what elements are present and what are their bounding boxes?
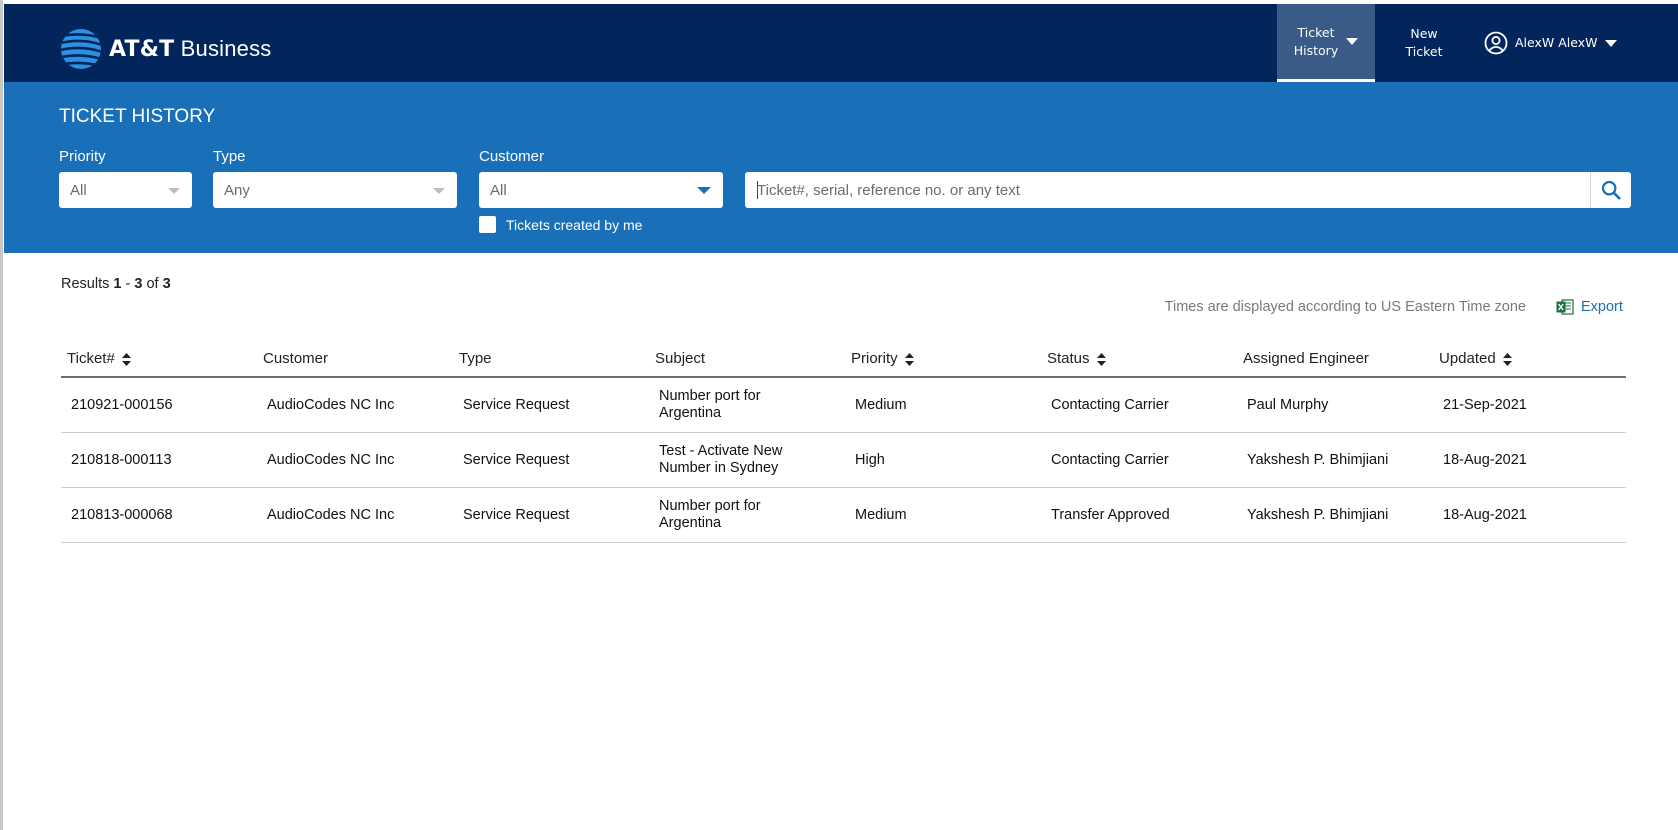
header-engineer: Assigned Engineer bbox=[1237, 350, 1433, 378]
header-ticket[interactable]: Ticket# bbox=[61, 350, 257, 378]
customer-select[interactable]: All bbox=[479, 172, 723, 208]
header-updated[interactable]: Updated bbox=[1433, 350, 1626, 378]
customer-label: Customer bbox=[479, 148, 545, 165]
user-circle-icon bbox=[1484, 31, 1508, 55]
brand-name: AT&T Business bbox=[109, 36, 272, 62]
nav-ticket-history-line1: Ticket bbox=[1297, 24, 1335, 40]
nav-new-ticket-line2: Ticket bbox=[1405, 44, 1443, 59]
created-by-me-checkbox[interactable] bbox=[479, 216, 496, 233]
cell-updated: 21-Sep-2021 bbox=[1433, 377, 1626, 433]
cell-engineer: Paul Murphy bbox=[1237, 377, 1433, 433]
cell-priority: High bbox=[845, 432, 1041, 488]
export-label: Export bbox=[1581, 299, 1623, 315]
cell-updated: 18-Aug-2021 bbox=[1433, 487, 1626, 543]
cell-type: Service Request bbox=[453, 487, 649, 543]
cell-priority: Medium bbox=[845, 487, 1041, 543]
priority-label: Priority bbox=[59, 148, 106, 165]
customer-select-value: All bbox=[490, 181, 507, 199]
header-customer: Customer bbox=[257, 350, 453, 378]
nav-new-ticket[interactable]: New Ticket bbox=[1375, 4, 1473, 82]
cell-priority: Medium bbox=[845, 377, 1041, 433]
chevron-down-icon bbox=[1346, 38, 1359, 45]
type-select-value: Any bbox=[224, 181, 250, 199]
nav-new-ticket-line1: New bbox=[1410, 26, 1438, 41]
created-by-me-row[interactable]: Tickets created by me bbox=[479, 216, 642, 233]
cell-status: Contacting Carrier bbox=[1041, 377, 1237, 433]
chevron-down-icon bbox=[168, 188, 180, 194]
cell-status: Transfer Approved bbox=[1041, 487, 1237, 543]
table-header-row: Ticket# Customer Type Subject Priority S… bbox=[61, 350, 1626, 378]
cell-subject: Number port for Argentina bbox=[649, 487, 845, 543]
cell-subject: Number port for Argentina bbox=[649, 377, 845, 433]
chevron-down-icon bbox=[697, 187, 711, 194]
header-priority[interactable]: Priority bbox=[845, 350, 1041, 378]
type-select[interactable]: Any bbox=[213, 172, 457, 208]
cell-ticket[interactable]: 210813-000068 bbox=[61, 487, 257, 543]
top-navbar: AT&T Business Ticket History New Ticket … bbox=[4, 4, 1678, 82]
export-button[interactable]: Export bbox=[1556, 298, 1623, 316]
cell-ticket[interactable]: 210921-000156 bbox=[61, 377, 257, 433]
text-cursor bbox=[757, 181, 758, 199]
results-count: Results 1 - 3 of 3 bbox=[61, 276, 171, 292]
page-title: TICKET HISTORY bbox=[59, 106, 216, 127]
timezone-note: Times are displayed according to US East… bbox=[1164, 299, 1526, 315]
cell-engineer: Yakshesh P. Bhimjiani bbox=[1237, 487, 1433, 543]
att-globe-icon bbox=[61, 29, 101, 69]
app-window: AT&T Business Ticket History New Ticket … bbox=[0, 0, 1678, 830]
chevron-down-icon bbox=[1605, 39, 1618, 47]
tickets-table: Ticket# Customer Type Subject Priority S… bbox=[61, 350, 1626, 543]
search-button[interactable] bbox=[1590, 172, 1631, 208]
search-input[interactable] bbox=[757, 172, 1557, 208]
search-icon bbox=[1601, 180, 1621, 200]
cell-ticket[interactable]: 210818-000113 bbox=[61, 432, 257, 488]
priority-select[interactable]: All bbox=[59, 172, 192, 208]
brand-logo[interactable]: AT&T Business bbox=[59, 28, 272, 70]
cell-status: Contacting Carrier bbox=[1041, 432, 1237, 488]
table-row[interactable]: 210818-000113 AudioCodes NC Inc Service … bbox=[61, 432, 1626, 488]
header-subject: Subject bbox=[649, 350, 845, 378]
window-edge bbox=[0, 0, 3, 830]
header-type: Type bbox=[453, 350, 649, 378]
cell-engineer: Yakshesh P. Bhimjiani bbox=[1237, 432, 1433, 488]
filter-panel: TICKET HISTORY Priority All Type Any Cus… bbox=[4, 82, 1678, 253]
cell-updated: 18-Aug-2021 bbox=[1433, 432, 1626, 488]
cell-customer: AudioCodes NC Inc bbox=[257, 487, 453, 543]
nav-ticket-history[interactable]: Ticket History bbox=[1277, 4, 1375, 82]
user-menu[interactable]: AlexW AlexW bbox=[1484, 4, 1634, 82]
cell-subject: Test - Activate New Number in Sydney bbox=[649, 432, 845, 488]
sort-icon bbox=[904, 352, 914, 366]
cell-customer: AudioCodes NC Inc bbox=[257, 377, 453, 433]
priority-select-value: All bbox=[70, 181, 87, 199]
header-status[interactable]: Status bbox=[1041, 350, 1237, 378]
cell-type: Service Request bbox=[453, 377, 649, 433]
table-row[interactable]: 210813-000068 AudioCodes NC Inc Service … bbox=[61, 487, 1626, 543]
cell-type: Service Request bbox=[453, 432, 649, 488]
table-row[interactable]: 210921-000156 AudioCodes NC Inc Service … bbox=[61, 377, 1626, 433]
sort-icon bbox=[1096, 352, 1106, 366]
search-box bbox=[745, 172, 1631, 208]
user-name: AlexW AlexW bbox=[1515, 35, 1598, 50]
sort-icon bbox=[121, 352, 131, 366]
created-by-me-label: Tickets created by me bbox=[506, 216, 643, 233]
nav-ticket-history-line2: History bbox=[1293, 42, 1339, 58]
type-label: Type bbox=[213, 148, 246, 165]
chevron-down-icon bbox=[433, 188, 445, 194]
sort-icon bbox=[1502, 352, 1512, 366]
cell-customer: AudioCodes NC Inc bbox=[257, 432, 453, 488]
excel-icon bbox=[1556, 299, 1574, 315]
